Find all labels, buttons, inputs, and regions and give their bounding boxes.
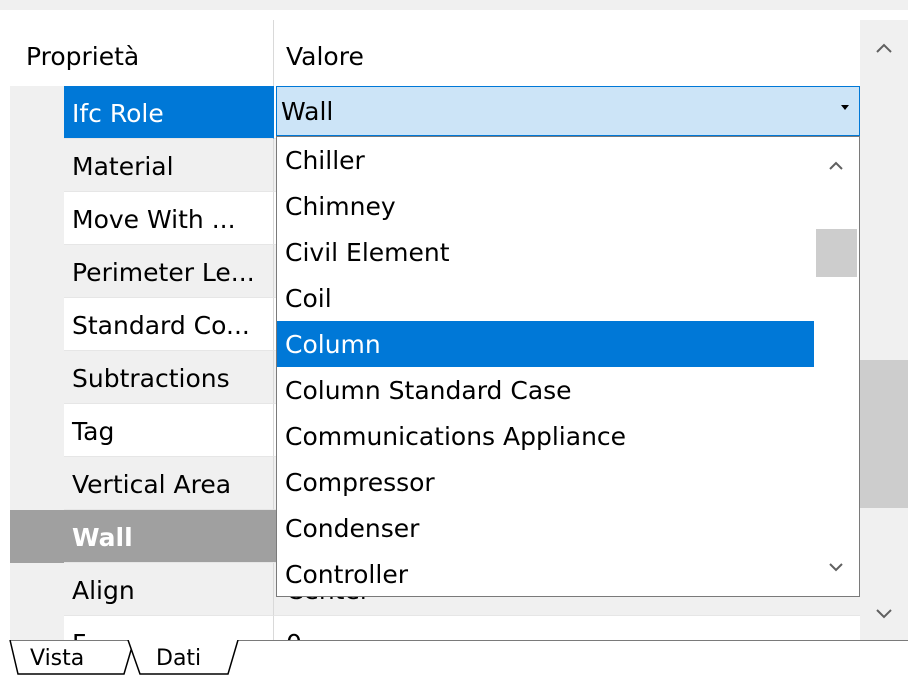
chevron-up-icon[interactable] [814, 147, 859, 183]
chevron-down-icon[interactable] [860, 594, 908, 634]
property-cell[interactable]: Vertical Area [64, 457, 274, 510]
dropdown-option[interactable]: Condenser [277, 505, 814, 551]
property-cell[interactable]: Align [64, 563, 274, 616]
property-cell[interactable]: Perimeter Le... [64, 245, 274, 298]
property-label: Perimeter Le... [72, 258, 255, 287]
property-label: Tag [72, 417, 115, 446]
dropdown-option[interactable]: Controller [277, 551, 814, 596]
value-cell[interactable]: 0 [274, 616, 860, 640]
tab-label: Dati [156, 646, 202, 671]
chevron-up-icon[interactable] [860, 28, 908, 68]
property-label: Vertical Area [72, 470, 232, 499]
property-cell[interactable]: Standard Co... [64, 298, 274, 351]
value-column-header[interactable]: Valore [274, 20, 860, 86]
property-label: F [72, 629, 86, 640]
property-cell[interactable]: Tag [64, 404, 274, 457]
property-cell[interactable]: Subtractions [64, 351, 274, 404]
combobox-value: Wall [281, 97, 334, 126]
chevron-down-icon[interactable] [814, 550, 859, 586]
property-cell[interactable]: Move With ... [64, 192, 274, 245]
property-label: Ifc Role [72, 99, 164, 128]
caret-down-icon[interactable] [841, 105, 849, 110]
property-cell[interactable]: F [64, 616, 274, 640]
property-column-label: Proprietà [26, 42, 140, 71]
property-column-header[interactable]: Proprietà [10, 20, 274, 86]
dropdown-option[interactable]: Chimney [277, 183, 814, 229]
property-cell[interactable]: Ifc Role [64, 86, 274, 139]
dropdown-option[interactable]: Civil Element [277, 229, 814, 275]
row-f[interactable]: F 0 [10, 616, 860, 640]
property-value: 0 [286, 629, 302, 640]
property-label: Move With ... [72, 205, 236, 234]
tab-dati[interactable]: Dati [126, 640, 246, 680]
property-label: Standard Co... [72, 311, 250, 340]
group-cell[interactable]: Wall [64, 510, 274, 563]
property-label: Material [72, 152, 174, 181]
scrollbar-thumb[interactable] [860, 360, 908, 508]
property-cell[interactable]: Material [64, 139, 274, 192]
tab-vista[interactable]: Vista [8, 640, 140, 680]
ifc-role-combobox[interactable]: Wall [276, 86, 860, 136]
dropdown-option[interactable]: Coil [277, 275, 814, 321]
grid-vertical-scrollbar[interactable] [860, 20, 908, 640]
bottom-tab-bar: Vista Dati [0, 640, 908, 686]
dropdown-option[interactable]: Chiller [277, 137, 814, 183]
tab-label: Vista [30, 646, 85, 671]
property-label: Subtractions [72, 364, 230, 393]
group-label: Wall [72, 523, 133, 552]
property-label: Align [72, 576, 135, 605]
ifc-role-dropdown-list[interactable]: Chiller Chimney Civil Element Coil Colum… [276, 136, 860, 597]
dropdown-scrollbar[interactable] [814, 137, 859, 596]
top-border [0, 0, 908, 10]
scrollbar-thumb[interactable] [816, 229, 857, 277]
value-column-label: Valore [286, 42, 364, 71]
dropdown-option[interactable]: Column Standard Case [277, 367, 814, 413]
dropdown-option[interactable]: Compressor [277, 459, 814, 505]
dropdown-option-highlighted[interactable]: Column [277, 321, 814, 367]
dropdown-option[interactable]: Communications Appliance [277, 413, 814, 459]
